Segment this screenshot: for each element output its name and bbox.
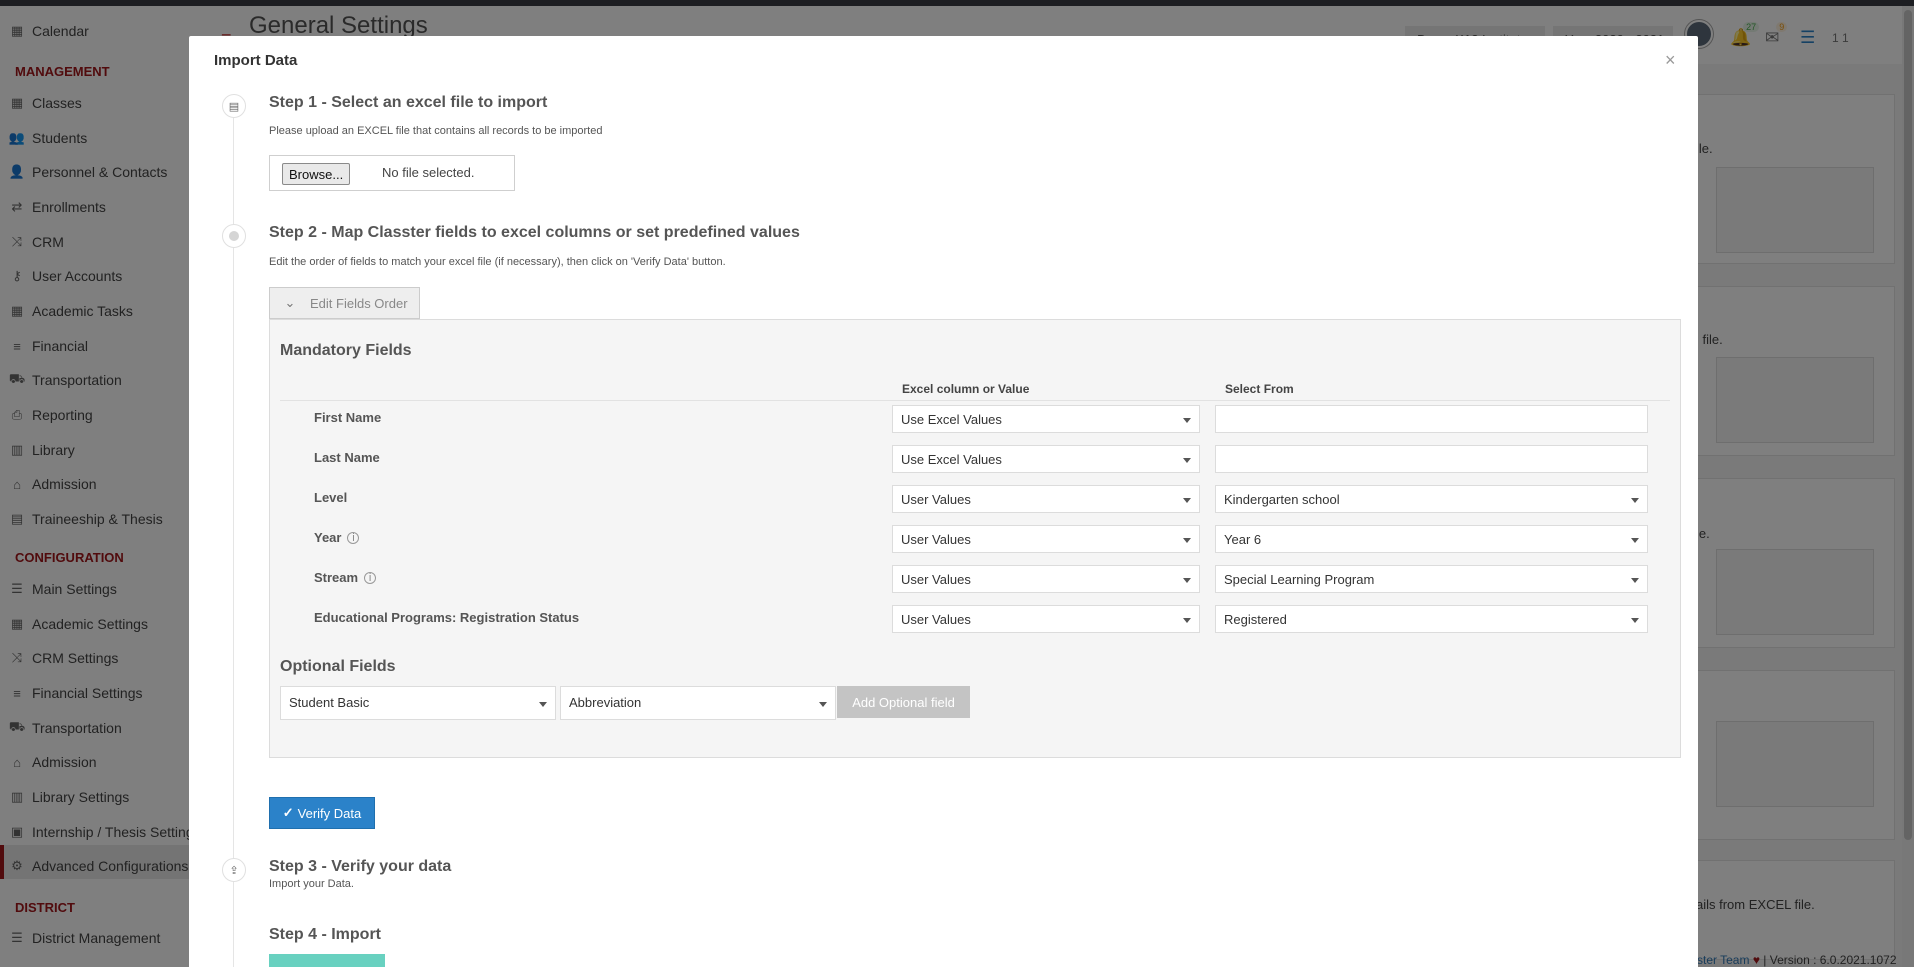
fields-mapping-panel: Mandatory Fields Excel column or Value S… xyxy=(269,319,1681,758)
chevron-down-icon: ⌄ xyxy=(284,295,296,310)
year-source-select[interactable]: User Values xyxy=(892,525,1200,553)
close-icon[interactable]: × xyxy=(1665,50,1676,71)
step2-dot-icon xyxy=(222,224,246,248)
field-label-last-name: Last Name xyxy=(314,450,380,465)
caret-down-icon xyxy=(1183,578,1191,583)
column-header-excel: Excel column or Value xyxy=(902,382,1030,396)
caret-down-icon xyxy=(1183,618,1191,623)
level-source-select[interactable]: User Values xyxy=(892,485,1200,513)
file-status: No file selected. xyxy=(382,165,475,180)
step3-description: Import your Data. xyxy=(269,878,354,890)
optional-fields-title: Optional Fields xyxy=(280,658,396,675)
optional-group-select[interactable]: Student Basic xyxy=(280,686,556,720)
stream-source-select[interactable]: User Values xyxy=(892,565,1200,593)
field-label-year: Year i xyxy=(314,530,360,545)
step1-title: Step 1 - Select an excel file to import xyxy=(269,94,548,111)
caret-down-icon xyxy=(539,702,547,707)
caret-down-icon xyxy=(1183,458,1191,463)
caret-down-icon xyxy=(1631,618,1639,623)
caret-down-icon xyxy=(1631,498,1639,503)
first-name-select-from[interactable] xyxy=(1215,405,1648,433)
step2-description: Edit the order of fields to match your e… xyxy=(269,256,726,268)
mandatory-fields-title: Mandatory Fields xyxy=(280,342,412,359)
edit-fields-order-toggle[interactable]: ⌄ Edit Fields Order xyxy=(269,287,420,319)
year-select-from[interactable]: Year 6 xyxy=(1215,525,1648,553)
level-select-from[interactable]: Kindergarten school xyxy=(1215,485,1648,513)
caret-down-icon xyxy=(1631,578,1639,583)
info-icon[interactable]: i xyxy=(347,531,360,544)
modal-title: Import Data xyxy=(214,52,298,69)
caret-down-icon xyxy=(1183,498,1191,503)
check-icon: ✓ xyxy=(282,805,294,820)
step3-title: Step 3 - Verify your data xyxy=(269,858,452,875)
caret-down-icon xyxy=(1183,418,1191,423)
field-label-stream: Stream i xyxy=(314,570,377,585)
caret-down-icon xyxy=(1631,538,1639,543)
field-label-first-name: First Name xyxy=(314,410,382,425)
upload-icon: ⇪ xyxy=(222,858,246,882)
step2-title: Step 2 - Map Classter fields to excel co… xyxy=(269,224,800,241)
add-optional-field-button[interactable]: Add Optional field xyxy=(837,686,970,718)
verify-data-button[interactable]: ✓ Verify Data xyxy=(269,797,375,829)
column-header-select-from: Select From xyxy=(1225,382,1294,396)
browse-button[interactable]: Browse... xyxy=(282,163,351,185)
caret-down-icon xyxy=(1183,538,1191,543)
field-label-registration-status: Educational Programs: Registration Statu… xyxy=(314,610,580,625)
registration-status-source-select[interactable]: User Values xyxy=(892,605,1200,633)
step4-title: Step 4 - Import xyxy=(269,926,382,943)
import-button[interactable] xyxy=(269,954,385,967)
last-name-select-from[interactable] xyxy=(1215,445,1648,473)
registration-status-select-from[interactable]: Registered xyxy=(1215,605,1648,633)
last-name-source-select[interactable]: Use Excel Values xyxy=(892,445,1200,473)
file-upload-field[interactable]: Browse... No file selected. xyxy=(269,155,515,191)
optional-field-select[interactable]: Abbreviation xyxy=(560,686,836,720)
stream-select-from[interactable]: Special Learning Program xyxy=(1215,565,1648,593)
file-excel-icon: ▤ xyxy=(222,94,246,118)
step1-description: Please upload an EXCEL file that contain… xyxy=(269,125,603,137)
first-name-source-select[interactable]: Use Excel Values xyxy=(892,405,1200,433)
import-data-modal: Import Data × ▤ Step 1 - Select an excel… xyxy=(189,36,1698,967)
info-icon[interactable]: i xyxy=(364,571,377,584)
caret-down-icon xyxy=(819,702,827,707)
field-label-level: Level xyxy=(314,490,348,505)
